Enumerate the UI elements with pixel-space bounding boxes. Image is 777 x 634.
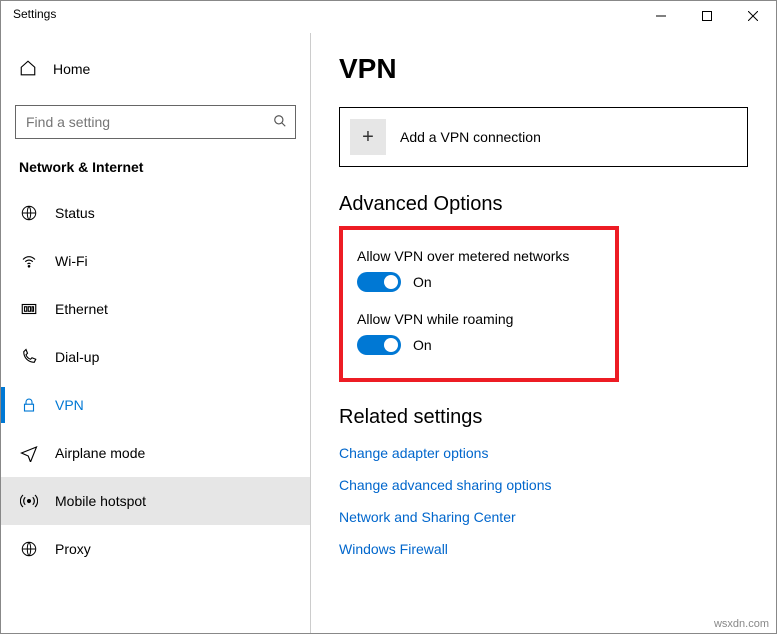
plus-icon: + — [350, 119, 386, 155]
sidebar-item-dialup[interactable]: Dial-up — [1, 333, 310, 381]
related-heading: Related settings — [339, 406, 748, 429]
home-button[interactable]: Home — [1, 43, 310, 95]
link-adapter-options[interactable]: Change adapter options — [339, 445, 748, 461]
sidebar-item-label: Mobile hotspot — [55, 493, 146, 509]
wifi-icon — [19, 252, 39, 270]
home-icon — [19, 59, 37, 80]
minimize-button[interactable] — [638, 1, 684, 31]
link-network-center[interactable]: Network and Sharing Center — [339, 509, 748, 525]
sidebar-item-proxy[interactable]: Proxy — [1, 525, 310, 573]
advanced-heading: Advanced Options — [339, 193, 748, 216]
status-icon — [19, 204, 39, 222]
dialup-icon — [19, 348, 39, 366]
sidebar-item-vpn[interactable]: VPN — [1, 381, 310, 429]
window-title: Settings — [1, 1, 68, 27]
toggle-metered[interactable]: On — [357, 272, 432, 292]
switch-icon — [357, 272, 401, 292]
hotspot-icon — [19, 492, 39, 510]
toggle-label-metered: Allow VPN over metered networks — [357, 248, 601, 264]
search-icon — [273, 114, 287, 131]
search-box[interactable] — [15, 105, 296, 139]
sidebar-item-status[interactable]: Status — [1, 189, 310, 237]
section-label: Network & Internet — [1, 153, 310, 189]
sidebar-item-label: Wi-Fi — [55, 253, 88, 269]
sidebar-item-label: VPN — [55, 397, 84, 413]
airplane-icon — [19, 444, 39, 462]
maximize-button[interactable] — [684, 1, 730, 31]
toggle-roaming[interactable]: On — [357, 335, 432, 355]
sidebar-item-label: Airplane mode — [55, 445, 145, 461]
proxy-icon — [19, 540, 39, 558]
ethernet-icon — [19, 300, 39, 318]
sidebar-item-wifi[interactable]: Wi-Fi — [1, 237, 310, 285]
sidebar-item-label: Ethernet — [55, 301, 108, 317]
sidebar-item-label: Dial-up — [55, 349, 99, 365]
highlight-box: Allow VPN over metered networks On Allow… — [339, 226, 619, 382]
sidebar-item-label: Proxy — [55, 541, 91, 557]
sidebar-item-hotspot[interactable]: Mobile hotspot — [1, 477, 310, 525]
switch-icon — [357, 335, 401, 355]
add-vpn-button[interactable]: + Add a VPN connection — [339, 107, 748, 167]
sidebar-item-airplane[interactable]: Airplane mode — [1, 429, 310, 477]
content-pane: VPN + Add a VPN connection Advanced Opti… — [311, 33, 776, 633]
home-label: Home — [53, 61, 90, 77]
page-title: VPN — [339, 53, 748, 85]
toggle-state: On — [413, 274, 432, 290]
sidebar-item-ethernet[interactable]: Ethernet — [1, 285, 310, 333]
toggle-label-roaming: Allow VPN while roaming — [357, 311, 601, 327]
close-button[interactable] — [730, 1, 776, 31]
link-sharing-options[interactable]: Change advanced sharing options — [339, 477, 748, 493]
link-windows-firewall[interactable]: Windows Firewall — [339, 541, 748, 557]
search-input[interactable] — [24, 113, 273, 131]
add-vpn-label: Add a VPN connection — [400, 129, 541, 145]
watermark: wsxdn.com — [714, 618, 769, 630]
sidebar-item-label: Status — [55, 205, 95, 221]
toggle-state: On — [413, 337, 432, 353]
vpn-icon — [19, 396, 39, 414]
sidebar: Home Network & Internet Status Wi-Fi — [1, 33, 311, 633]
